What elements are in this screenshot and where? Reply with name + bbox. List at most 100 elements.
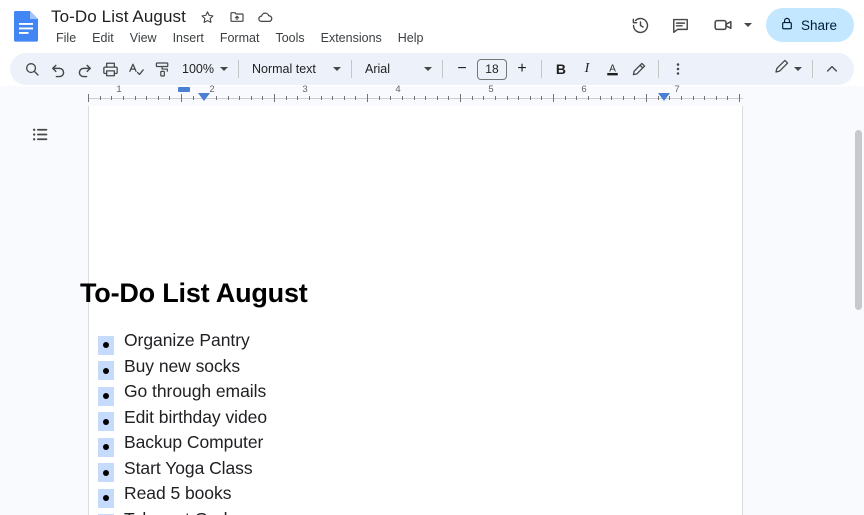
ruler-tick xyxy=(332,96,333,100)
chevron-down-icon[interactable] xyxy=(743,23,752,27)
bold-button[interactable]: B xyxy=(548,56,574,82)
list-item[interactable]: Buy new socks xyxy=(98,356,294,382)
ruler-tick xyxy=(704,96,705,100)
version-history-icon[interactable] xyxy=(622,6,660,44)
comment-icon[interactable] xyxy=(662,6,700,44)
zoom-dropdown[interactable]: 100% xyxy=(175,56,232,82)
ruler-tick xyxy=(344,96,345,100)
vertical-scrollbar[interactable] xyxy=(853,106,864,515)
horizontal-ruler[interactable]: 1 2 3 4 5 6 7 xyxy=(88,84,743,106)
ruler-tick xyxy=(111,96,112,100)
move-to-folder-icon[interactable] xyxy=(227,7,247,27)
ruler-tick xyxy=(646,94,647,102)
ruler-tick xyxy=(472,96,473,100)
lock-icon xyxy=(780,16,794,34)
chevron-down-icon xyxy=(794,67,802,71)
redo-icon[interactable] xyxy=(71,56,97,82)
ruler-tick xyxy=(88,94,89,102)
document-title[interactable]: To-Do List August xyxy=(48,6,189,28)
ruler-tick xyxy=(123,96,124,100)
increase-font-size-button[interactable]: + xyxy=(509,56,535,82)
vertical-scrollbar-thumb[interactable] xyxy=(855,130,862,310)
spellcheck-icon[interactable] xyxy=(123,56,149,82)
chevron-down-icon xyxy=(423,67,432,71)
list-item[interactable]: Take out Garbage xyxy=(98,509,294,515)
paragraph-style-dropdown[interactable]: Normal text xyxy=(245,56,345,82)
list-item[interactable]: Edit birthday video xyxy=(98,407,294,433)
list-item-label: Read 5 books xyxy=(124,483,232,503)
ruler-tick xyxy=(367,94,368,102)
ruler-tick xyxy=(518,96,519,100)
font-size-input[interactable]: 18 xyxy=(476,58,507,80)
ruler-tick xyxy=(739,94,740,102)
share-button[interactable]: Share xyxy=(765,8,854,42)
search-icon[interactable] xyxy=(19,56,45,82)
toolbar-container: 100% Normal text Arial − 18 + B I A xyxy=(0,52,864,86)
document-heading[interactable]: To-Do List August xyxy=(80,278,308,309)
more-vertical-icon[interactable] xyxy=(665,56,691,82)
toolbar-divider xyxy=(540,60,542,78)
share-button-label: Share xyxy=(800,17,837,33)
ruler-tick xyxy=(169,96,170,100)
editing-mode-dropdown[interactable] xyxy=(769,56,806,82)
menu-format[interactable]: Format xyxy=(212,28,268,48)
ruler-tick xyxy=(634,96,635,100)
document-bullet-list[interactable]: Organize Pantry Buy new socks Go through e… xyxy=(98,330,294,515)
ruler-tick xyxy=(611,96,612,100)
list-item[interactable]: Organize Pantry xyxy=(98,330,294,356)
google-docs-window: To-Do List August File Edit View Insert … xyxy=(0,0,864,515)
list-item[interactable]: Start Yoga Class xyxy=(98,458,294,484)
header-actions: Share xyxy=(622,6,854,44)
app-header: To-Do List August File Edit View Insert … xyxy=(0,0,864,52)
list-item-label: Take out Garbage xyxy=(124,509,262,515)
menu-insert[interactable]: Insert xyxy=(165,28,212,48)
ruler-tick xyxy=(379,96,380,100)
print-icon[interactable] xyxy=(97,56,123,82)
ruler-tick xyxy=(355,96,356,100)
list-item-label: Backup Computer xyxy=(124,432,264,452)
decrease-font-size-button[interactable]: − xyxy=(449,56,475,82)
menu-extensions[interactable]: Extensions xyxy=(313,28,390,48)
menu-file[interactable]: File xyxy=(48,28,84,48)
video-camera-icon[interactable] xyxy=(704,6,742,44)
font-family-value: Arial xyxy=(364,62,390,76)
font-family-dropdown[interactable]: Arial xyxy=(358,56,436,82)
list-item[interactable]: Backup Computer xyxy=(98,432,294,458)
list-item[interactable]: Read 5 books xyxy=(98,483,294,509)
list-item-label: Organize Pantry xyxy=(124,330,250,350)
document-canvas: To-Do List August Organize Pantry Buy new… xyxy=(0,106,864,515)
bullet-icon xyxy=(98,463,114,482)
toolbar-right-group xyxy=(769,56,845,82)
ruler-tick xyxy=(135,96,136,100)
italic-button[interactable]: I xyxy=(574,56,600,82)
ruler-tick xyxy=(390,96,391,100)
undo-icon[interactable] xyxy=(45,56,71,82)
list-item-label: Start Yoga Class xyxy=(124,457,253,478)
menu-help[interactable]: Help xyxy=(390,28,432,48)
first-line-indent-marker[interactable] xyxy=(178,87,190,92)
title-area: To-Do List August xyxy=(48,6,276,28)
ruler-tick xyxy=(483,96,484,100)
list-item-label: Buy new socks xyxy=(124,355,241,376)
ruler-tick xyxy=(623,96,624,100)
text-color-button[interactable]: A xyxy=(600,56,626,82)
menu-tools[interactable]: Tools xyxy=(267,28,312,48)
collapse-toolbar-button[interactable] xyxy=(819,56,845,82)
ruler-tick xyxy=(402,96,403,100)
menu-edit[interactable]: Edit xyxy=(84,28,122,48)
star-icon[interactable] xyxy=(198,7,218,27)
ruler-tick xyxy=(274,94,275,102)
toolbar-divider xyxy=(657,60,659,78)
list-item[interactable]: Go through emails xyxy=(98,381,294,407)
highlight-pen-icon[interactable] xyxy=(626,56,652,82)
cloud-saved-icon[interactable] xyxy=(256,7,276,27)
left-indent-marker[interactable] xyxy=(198,93,210,101)
ruler-tick xyxy=(588,96,589,100)
menu-view[interactable]: View xyxy=(122,28,165,48)
ruler-tick xyxy=(576,96,577,100)
docs-logo-icon[interactable] xyxy=(12,10,42,42)
paint-format-icon[interactable] xyxy=(149,56,175,82)
right-indent-marker[interactable] xyxy=(658,93,670,101)
join-call-button[interactable] xyxy=(702,6,756,44)
document-outline-icon[interactable] xyxy=(26,120,54,148)
